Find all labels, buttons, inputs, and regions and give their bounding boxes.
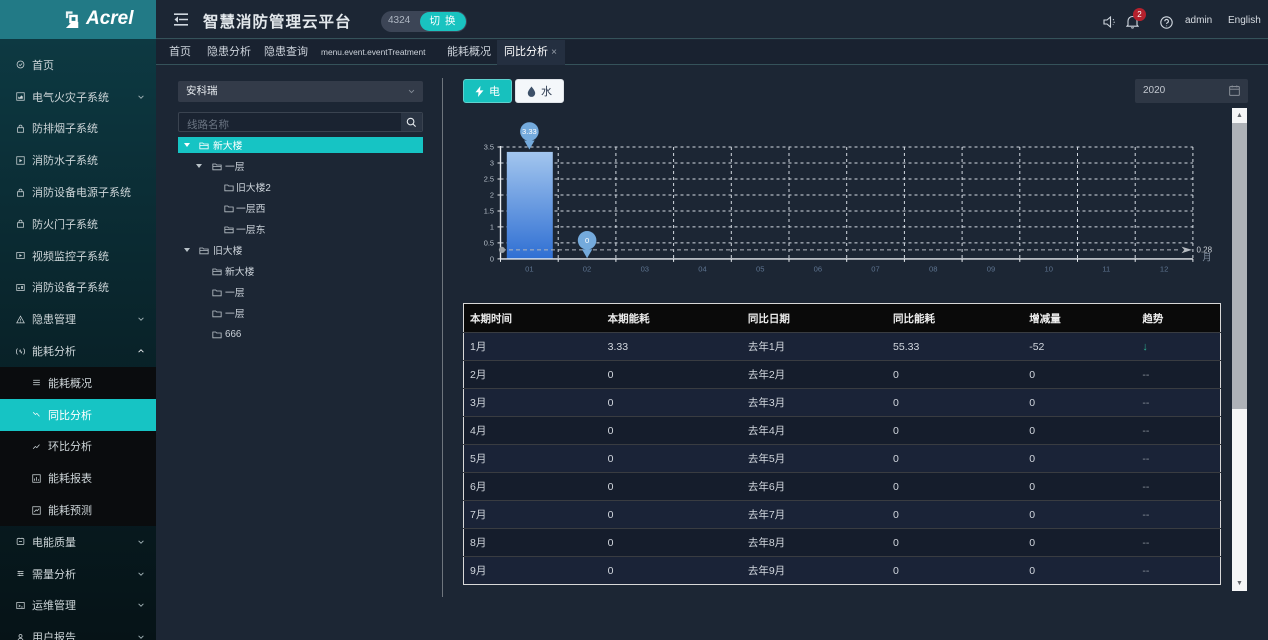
svg-text:2.5: 2.5 <box>484 175 494 184</box>
svg-text:08: 08 <box>929 265 937 274</box>
svg-text:0.5: 0.5 <box>484 238 494 247</box>
svg-text:0: 0 <box>490 254 494 263</box>
svg-text:12: 12 <box>1160 265 1168 274</box>
svg-text:09: 09 <box>987 265 995 274</box>
svg-text:07: 07 <box>871 265 879 274</box>
svg-text:06: 06 <box>814 265 822 274</box>
svg-text:04: 04 <box>698 265 706 274</box>
svg-text:1: 1 <box>490 222 494 231</box>
svg-text:3: 3 <box>490 159 494 168</box>
svg-text:1.5: 1.5 <box>484 207 494 216</box>
svg-text:10: 10 <box>1044 265 1052 274</box>
svg-text:02: 02 <box>583 265 591 274</box>
svg-text:11: 11 <box>1102 265 1110 274</box>
svg-text:2: 2 <box>490 191 494 200</box>
svg-text:05: 05 <box>756 265 764 274</box>
svg-text:3.5: 3.5 <box>484 143 494 152</box>
svg-text:01: 01 <box>525 265 533 274</box>
svg-text:0.28: 0.28 <box>1197 246 1213 255</box>
svg-text:3.33: 3.33 <box>522 127 537 136</box>
svg-text:0: 0 <box>585 236 589 245</box>
svg-text:03: 03 <box>641 265 649 274</box>
